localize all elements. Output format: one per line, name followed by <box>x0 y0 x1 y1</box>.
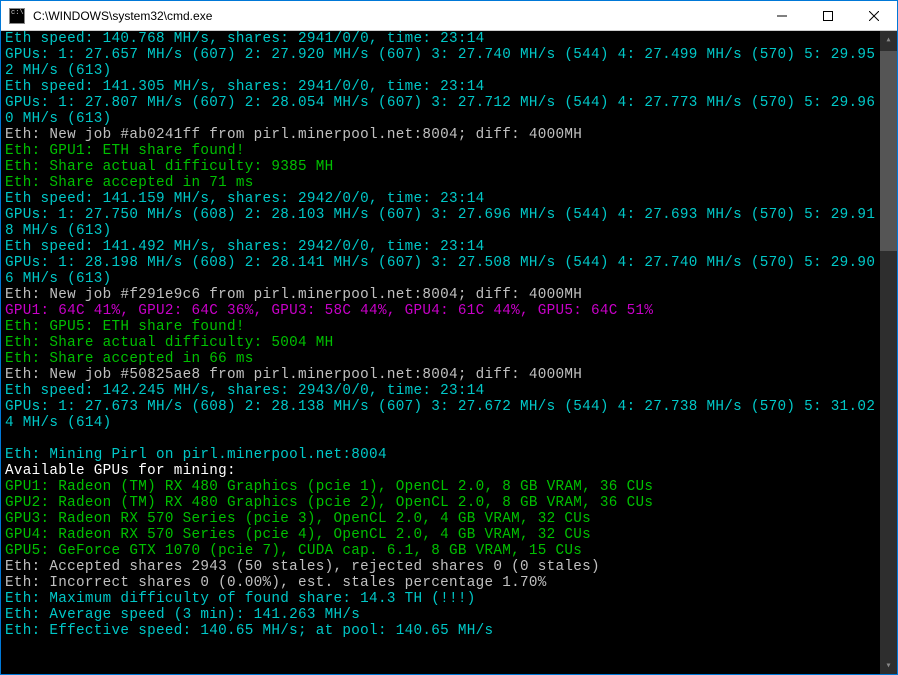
terminal-line: GPUs: 1: 27.673 MH/s (608) 2: 28.138 MH/… <box>5 399 875 431</box>
terminal-line: Eth: Incorrect shares 0 (0.00%), est. st… <box>5 575 547 591</box>
minimize-icon <box>777 11 787 21</box>
terminal-line: Eth: Share accepted in 66 ms <box>5 351 254 367</box>
scroll-down-arrow[interactable]: ▾ <box>880 657 897 674</box>
terminal-line: GPU4: Radeon RX 570 Series (pcie 4), Ope… <box>5 527 591 543</box>
terminal-line: GPUs: 1: 28.198 MH/s (608) 2: 28.141 MH/… <box>5 255 875 287</box>
maximize-button[interactable] <box>805 1 851 30</box>
terminal-line: Eth: Average speed (3 min): 141.263 MH/s <box>5 607 360 623</box>
close-button[interactable] <box>851 1 897 30</box>
terminal-line: Eth: GPU5: ETH share found! <box>5 319 245 335</box>
terminal-line: Eth speed: 141.305 MH/s, shares: 2941/0/… <box>5 79 485 95</box>
terminal-line: Eth: Share actual difficulty: 9385 MH <box>5 159 334 175</box>
terminal-line: Eth speed: 141.492 MH/s, shares: 2942/0/… <box>5 239 485 255</box>
terminal-line: Eth: Effective speed: 140.65 MH/s; at po… <box>5 623 493 639</box>
terminal-line: GPUs: 1: 27.807 MH/s (607) 2: 28.054 MH/… <box>5 95 875 127</box>
scrollbar[interactable]: ▴ ▾ <box>880 31 897 674</box>
terminal-line: Eth: Mining Pirl on pirl.minerpool.net:8… <box>5 447 387 463</box>
scrollbar-thumb[interactable] <box>880 51 897 251</box>
window-controls <box>759 1 897 30</box>
terminal-line: Eth speed: 142.245 MH/s, shares: 2943/0/… <box>5 383 485 399</box>
terminal-line: GPU3: Radeon RX 570 Series (pcie 3), Ope… <box>5 511 591 527</box>
terminal-line: Eth speed: 141.159 MH/s, shares: 2942/0/… <box>5 191 485 207</box>
terminal-line: GPU1: Radeon (TM) RX 480 Graphics (pcie … <box>5 479 653 495</box>
window-title: C:\WINDOWS\system32\cmd.exe <box>33 9 759 23</box>
minimize-button[interactable] <box>759 1 805 30</box>
terminal-line: Eth: New job #ab0241ff from pirl.minerpo… <box>5 127 582 143</box>
titlebar: C:\WINDOWS\system32\cmd.exe <box>1 1 897 31</box>
maximize-icon <box>823 11 833 21</box>
terminal-line: Eth: New job #50825ae8 from pirl.minerpo… <box>5 367 582 383</box>
terminal-line: Eth: New job #f291e9c6 from pirl.minerpo… <box>5 287 582 303</box>
terminal-line: Eth: GPU1: ETH share found! <box>5 143 245 159</box>
terminal-wrapper: Eth speed: 140.768 MH/s, shares: 2941/0/… <box>1 31 897 674</box>
terminal-line: GPUs: 1: 27.657 MH/s (607) 2: 27.920 MH/… <box>5 47 875 79</box>
scroll-up-arrow[interactable]: ▴ <box>880 31 897 48</box>
cmd-icon <box>9 8 25 24</box>
terminal-line: GPU5: GeForce GTX 1070 (pcie 7), CUDA ca… <box>5 543 582 559</box>
terminal-line: GPUs: 1: 27.750 MH/s (608) 2: 28.103 MH/… <box>5 207 875 239</box>
terminal-line: Eth: Maximum difficulty of found share: … <box>5 591 476 607</box>
terminal-output[interactable]: Eth speed: 140.768 MH/s, shares: 2941/0/… <box>1 31 880 674</box>
terminal-line: GPU1: 64C 41%, GPU2: 64C 36%, GPU3: 58C … <box>5 303 653 319</box>
terminal-line: Eth speed: 140.768 MH/s, shares: 2941/0/… <box>5 31 485 47</box>
terminal-line: Eth: Share accepted in 71 ms <box>5 175 254 191</box>
close-icon <box>869 11 879 21</box>
terminal-line: Eth: Accepted shares 2943 (50 stales), r… <box>5 559 600 575</box>
cmd-window: C:\WINDOWS\system32\cmd.exe Eth speed: 1… <box>0 0 898 675</box>
terminal-line: Available GPUs for mining: <box>5 463 236 479</box>
terminal-line: GPU2: Radeon (TM) RX 480 Graphics (pcie … <box>5 495 653 511</box>
terminal-line: Eth: Share actual difficulty: 5004 MH <box>5 335 334 351</box>
